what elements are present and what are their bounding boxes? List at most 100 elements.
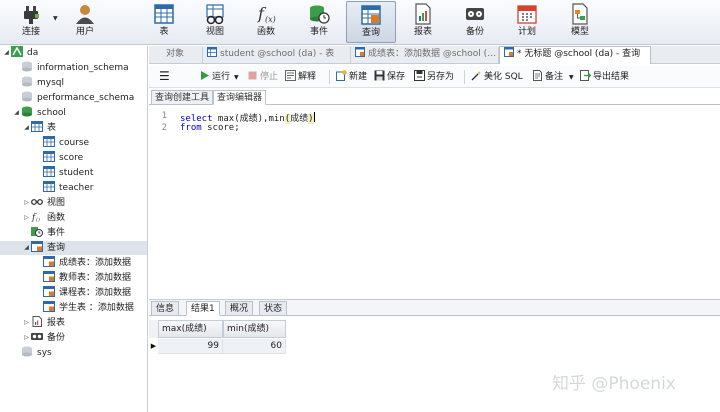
tree-label: score (59, 153, 84, 163)
backup-icon (31, 333, 43, 340)
collapse-arrow-icon[interactable]: ◢ (2, 46, 11, 60)
tab-untitled-query[interactable]: * 无标题 @school (da) - 查询 (499, 46, 651, 64)
sql-editor[interactable]: 1 2 select max(成绩),min(成绩) from score; (149, 106, 720, 299)
tab-messages[interactable]: 信息 (151, 301, 180, 316)
tab-objects[interactable]: 对象 (149, 47, 203, 63)
collapse-arrow-icon[interactable]: ◢ (12, 106, 21, 120)
tree-query-item[interactable]: 课程表：添加数据 (34, 286, 131, 300)
tree-folder-views[interactable]: ▷ 视图 (22, 196, 65, 210)
expand-arrow-icon[interactable]: ▷ (22, 316, 31, 330)
result-grid: max(成绩) min(成绩) ▶ 99 60 (149, 317, 720, 412)
tree-label: school (37, 108, 66, 118)
tab-profile[interactable]: 概况 (225, 301, 254, 316)
model-icon (572, 3, 588, 25)
run-dropdown-arrow-icon[interactable]: ▼ (234, 74, 239, 81)
tree-table-teacher[interactable]: teacher (34, 181, 93, 195)
tab-score-query[interactable]: 成绩表：添加数据 @school (… (351, 47, 499, 63)
view-button[interactable]: 视图 (190, 1, 240, 43)
tree-folder-reports[interactable]: ▷ 报表 (22, 316, 65, 330)
watermark: 知乎 @Phoenix (552, 374, 676, 394)
column-header-label: min(成绩) (227, 324, 269, 334)
tab-query-editor[interactable]: 查询编辑器 (213, 90, 267, 105)
save-button[interactable]: 保存 (374, 70, 405, 84)
tree-label: information_schema (37, 63, 129, 73)
play-icon (201, 71, 209, 80)
tree-db-mysql[interactable]: mysql (12, 76, 64, 90)
backup-button[interactable]: 备份 (450, 1, 500, 43)
new-button[interactable]: 新建 (336, 70, 367, 84)
tab-status[interactable]: 状态 (259, 301, 288, 316)
report-label: 报表 (413, 27, 432, 37)
tree-folder-queries[interactable]: ◢ 查询 (0, 241, 147, 255)
tab-result-1[interactable]: 结果1 (186, 301, 220, 316)
table-icon (43, 166, 55, 177)
tree-label: performance_schema (37, 93, 135, 103)
comment-button[interactable]: 备注 ▼ (532, 70, 574, 84)
model-button[interactable]: 模型 (555, 1, 605, 43)
hamburger-menu-icon[interactable]: ☰ (159, 69, 170, 83)
query-mode-tabs: 查询创建工具 查询编辑器 (149, 89, 720, 105)
connect-dropdown-arrow[interactable]: ▼ (53, 15, 58, 22)
tree-query-item[interactable]: 学生表 ：添加数据 (34, 301, 134, 315)
tree-db-information-schema[interactable]: information_schema (12, 61, 129, 75)
beautify-sql-button[interactable]: 美化 SQL (471, 70, 523, 84)
tab-label: 状态 (264, 304, 283, 314)
tree-label: 视图 (47, 198, 66, 208)
expand-arrow-icon[interactable]: ▷ (22, 211, 31, 225)
tree-folder-events[interactable]: 事件 (22, 226, 65, 240)
column-header[interactable]: max(成绩) (158, 320, 223, 338)
query-icon (43, 256, 55, 267)
save-as-button[interactable]: 另存为 (414, 70, 454, 84)
event-label: 事件 (309, 27, 328, 37)
table-cell[interactable]: 60 (223, 339, 286, 354)
report-button[interactable]: 报表 (398, 1, 448, 43)
tree-query-item[interactable]: 教师表：添加数据 (34, 271, 131, 285)
export-results-button[interactable]: 导出结果 (580, 70, 629, 84)
query-icon (504, 47, 514, 57)
tab-label: 概况 (230, 304, 249, 314)
column-header[interactable]: min(成绩) (223, 320, 286, 338)
tree-db-performance-schema[interactable]: performance_schema (12, 91, 134, 105)
tree-table-student[interactable]: student (34, 166, 93, 180)
query-button[interactable]: 查询 (346, 1, 396, 43)
magic-wand-icon (471, 71, 481, 81)
tree-label: 事件 (47, 228, 66, 238)
glasses-icon (31, 199, 43, 205)
event-button[interactable]: 事件 (294, 1, 344, 43)
tab-label: 对象 (166, 49, 185, 59)
tree-query-item[interactable]: 成绩表：添加数据 (34, 256, 131, 270)
explain-button[interactable]: 解释 (285, 70, 316, 84)
expand-arrow-icon[interactable]: ▷ (22, 196, 31, 210)
tree-table-score[interactable]: score (34, 151, 83, 165)
collapse-arrow-icon[interactable]: ◢ (22, 121, 31, 135)
query-icon (361, 5, 381, 25)
schedule-button[interactable]: 计划 (502, 1, 552, 43)
tree-folder-functions[interactable]: ▷ f() 函数 (22, 211, 65, 225)
query-icon (31, 241, 43, 252)
connect-button[interactable]: ▼ 连接 (3, 1, 59, 43)
tree-label: 函数 (47, 213, 66, 223)
function-button[interactable]: f (x) 函数 (241, 1, 291, 43)
table-cell[interactable]: 99 (158, 339, 223, 354)
tree-connection-da[interactable]: ◢ da (2, 46, 38, 60)
stop-button[interactable]: 停止 (247, 70, 278, 84)
run-button[interactable]: 运行 ▼ (199, 70, 239, 84)
connect-label: 连接 (21, 27, 40, 37)
tab-label: 成绩表：添加数据 @school (… (368, 49, 497, 59)
comment-dropdown-arrow-icon[interactable]: ▼ (569, 74, 574, 81)
collapse-arrow-icon[interactable]: ◢ (22, 241, 31, 255)
table-button[interactable]: 表 (139, 1, 189, 43)
tree-table-course[interactable]: course (34, 136, 89, 150)
main-toolbar: ▼ 连接 用户 表 视图 f (x) 函数 事件 查询 报表 备份 计划 模型 (0, 0, 720, 45)
connection-icon (11, 46, 23, 57)
clock-icon (31, 227, 43, 237)
tree-folder-backups[interactable]: ▷ 备份 (22, 331, 65, 345)
user-button[interactable]: 用户 (60, 1, 110, 43)
tab-query-builder[interactable]: 查询创建工具 (151, 90, 214, 105)
expand-arrow-icon[interactable]: ▷ (22, 331, 31, 345)
tree-db-school[interactable]: ◢ school (12, 106, 66, 120)
tree-folder-tables[interactable]: ◢ 表 (22, 121, 56, 135)
tab-student-table[interactable]: student @school (da) - 表 (203, 47, 351, 63)
object-tree-sidebar: ◢ da information_schema mysql performance… (0, 46, 148, 412)
tree-db-sys[interactable]: sys (12, 346, 52, 360)
